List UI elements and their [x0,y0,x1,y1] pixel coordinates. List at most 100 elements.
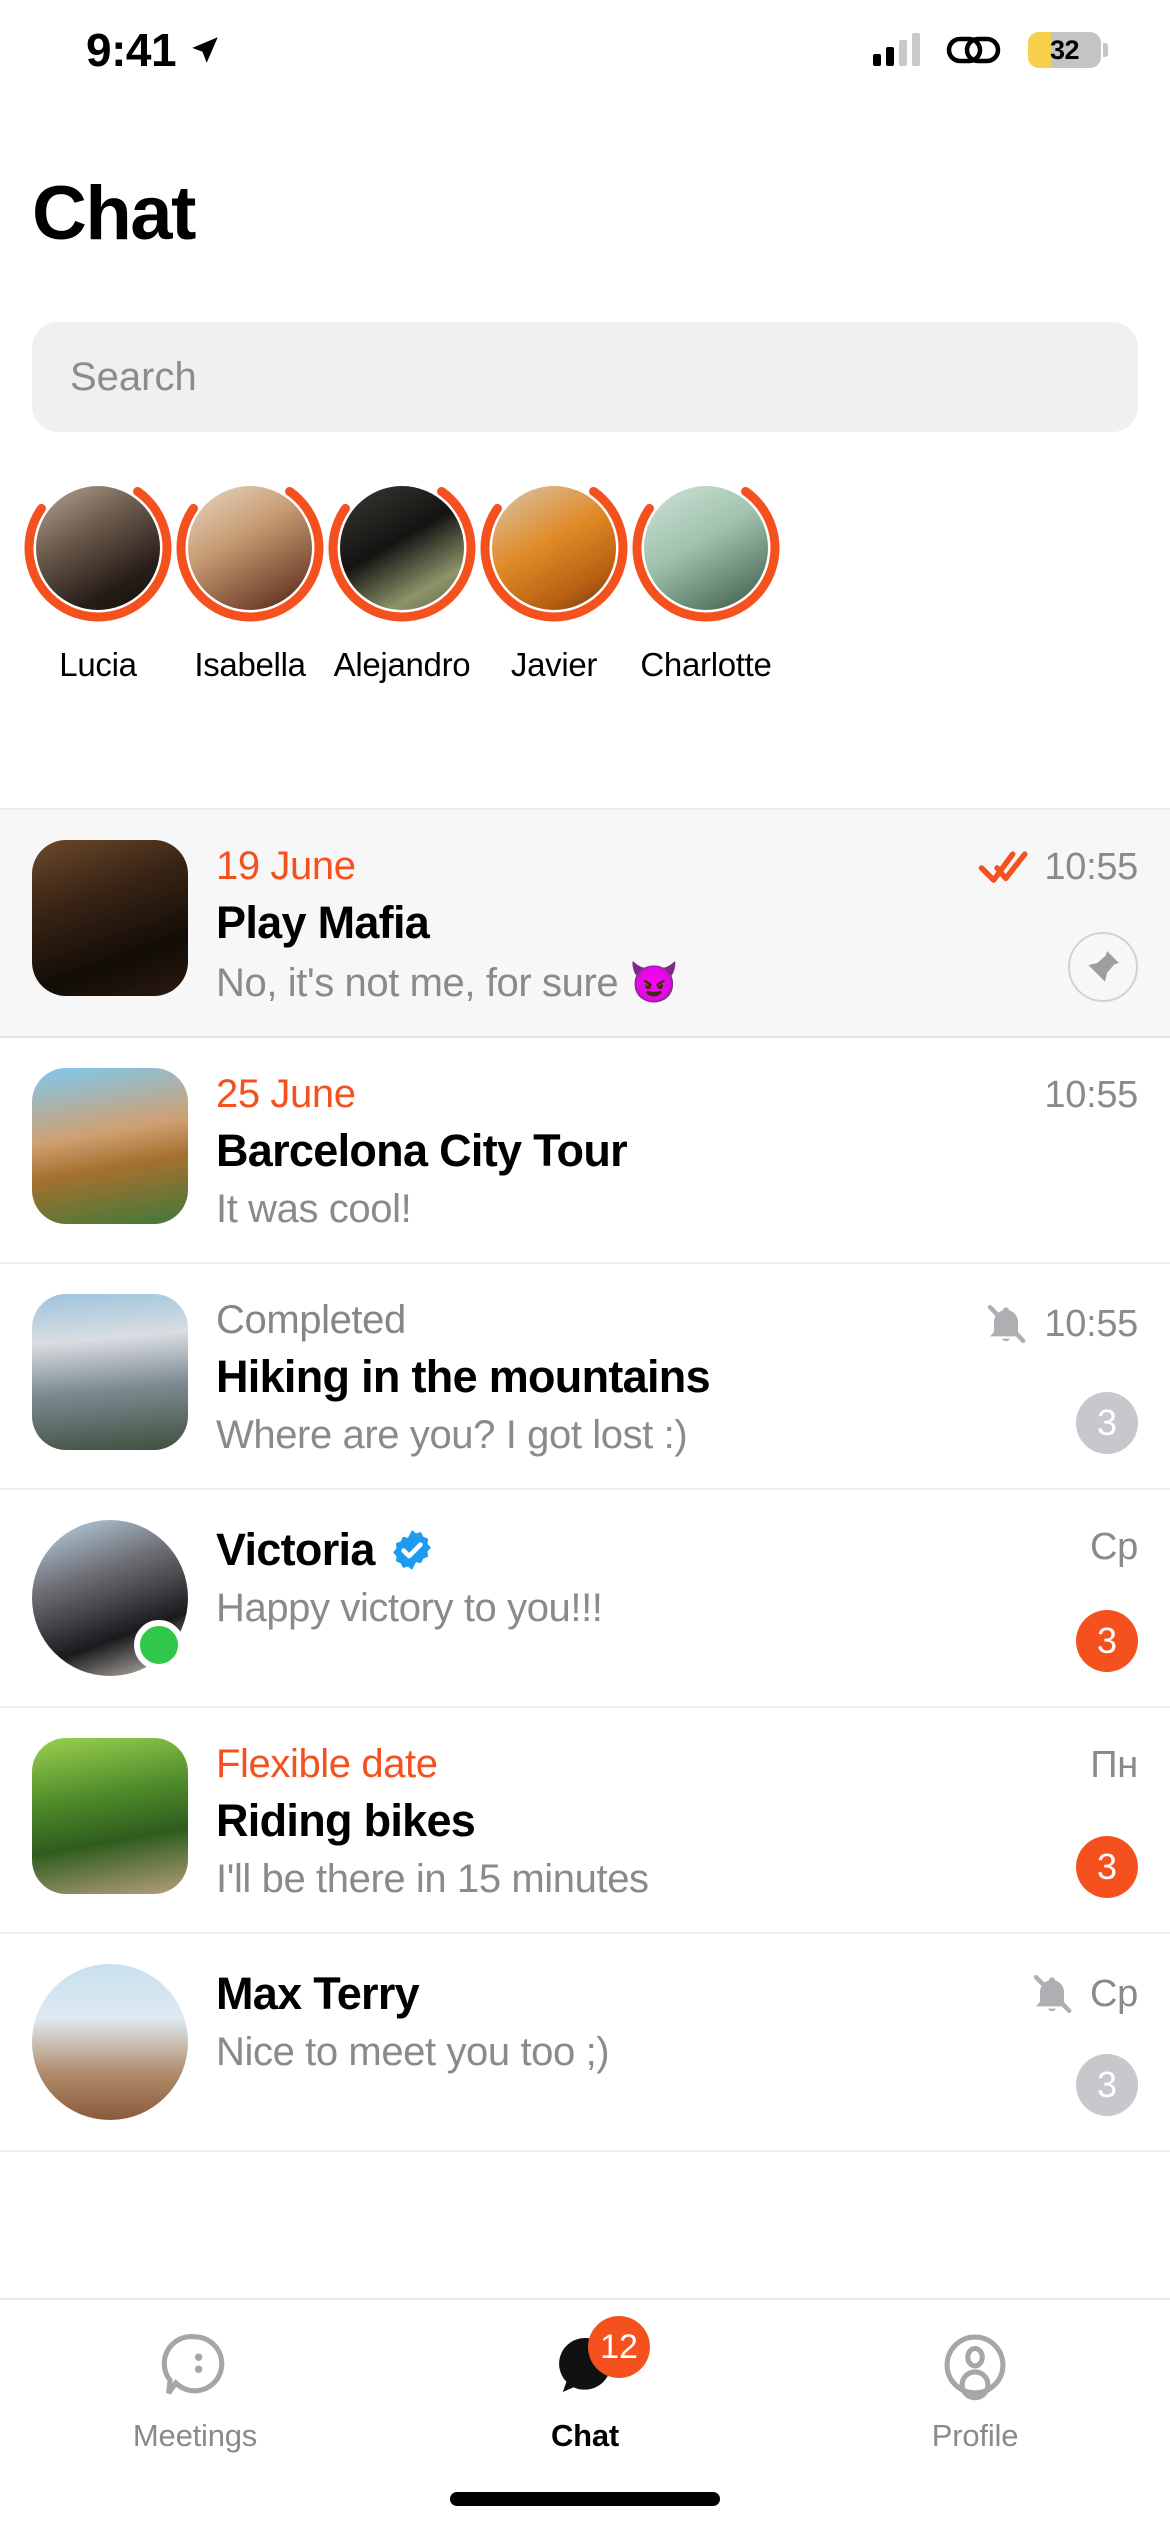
tab-meetings[interactable]: Meetings [0,2326,390,2454]
chat-title: Barcelona City Tour [216,1125,628,1176]
chat-preview: It was cool! [216,1187,412,1231]
avatar [32,1964,188,2120]
chat-label: Completed [216,1298,406,1342]
chat-preview: Nice to meet you too ;) [216,2030,610,2074]
phone-screen: 9:41 32 Chat Search Lucia Isabella Aleja… [0,0,1170,2532]
chat-title-line: Hiking in the mountains [216,1351,966,1403]
avatar [32,1738,188,1894]
chat-label: 19 June [216,844,356,888]
chat-meta-top: 10:55 [978,846,1138,889]
story-avatar [340,486,464,610]
chat-content: 19 June Play Mafia No, it's not me, for … [216,840,962,1006]
chat-list-item[interactable]: Completed Hiking in the mountains Where … [0,1264,1170,1490]
double-check-icon [979,850,1028,883]
chat-content: Max Terry Nice to meet you too ;) [216,1964,1012,2075]
status-time-group: 9:41 [86,23,222,77]
chat-list-item[interactable]: 25 June Barcelona City Tour It was cool!… [0,1038,1170,1264]
chat-bubble-icon: 12 [546,2316,650,2404]
status-indicators: 32 [873,30,1108,70]
tab-chat[interactable]: 12 Chat [390,2316,780,2454]
chat-avatar-image [32,1294,188,1450]
avatar [32,1520,188,1676]
chat-meta-top: 10:55 [1044,1074,1138,1117]
chat-title-line: Victoria [216,1524,1060,1576]
chat-content: Victoria Happy victory to you!!! [216,1520,1060,1631]
chat-meta-top: 10:55 [982,1300,1138,1348]
chat-list-item[interactable]: Max Terry Nice to meet you too ;) Ср 3 [0,1934,1170,2152]
story-item[interactable]: Charlotte [630,472,782,772]
story-avatar [36,486,160,610]
story-item[interactable]: Javier [478,472,630,772]
chat-title-line: Max Terry [216,1968,1012,2020]
chat-list: 19 June Play Mafia No, it's not me, for … [0,810,1170,2152]
search-input[interactable] [32,322,1138,432]
story-ring [478,472,630,624]
chat-content: 25 June Barcelona City Tour It was cool! [216,1068,1028,1232]
chat-meta: Пн 3 [1076,1738,1138,1902]
bell-muted-icon [1033,1974,1072,2013]
story-name: Isabella [194,646,306,683]
story-ring [174,472,326,624]
chat-title-line: Play Mafia [216,897,962,949]
chat-time: Пн [1090,1744,1138,1786]
tab-label: Profile [931,2418,1019,2453]
chat-avatar-image [32,1964,188,2120]
link-chain-icon [946,36,1001,64]
meetings-bubble-icon [156,2326,234,2404]
unread-badge: 3 [1076,1392,1138,1454]
chat-meta-top: Ср [1028,1970,1138,2018]
story-avatar [188,486,312,610]
chat-label: Flexible date [216,1742,438,1786]
chat-content: Flexible date Riding bikes I'll be there… [216,1738,1060,1902]
pin-icon [1088,951,1119,982]
chat-title: Riding bikes [216,1795,476,1846]
chat-title: Hiking in the mountains [216,1351,711,1402]
bottom-tab-bar: Meetings 12 Chat Profile [0,2298,1170,2532]
chat-time: 10:55 [1044,846,1138,888]
story-avatar [492,486,616,610]
story-avatar [644,486,768,610]
chat-meta-top: Пн [1090,1744,1138,1787]
story-item[interactable]: Isabella [174,472,326,772]
verified-badge-icon [392,1530,431,1570]
story-name: Javier [510,646,598,683]
chat-preview: I'll be there in 15 minutes [216,1857,649,1901]
chat-meta: Ср 3 [1076,1520,1138,1676]
chat-list-item[interactable]: Victoria Happy victory to you!!! Ср 3 [0,1490,1170,1708]
story-name: Alejandro [333,646,471,683]
home-indicator [450,2492,720,2506]
tab-profile[interactable]: Profile [780,2326,1170,2454]
chat-time: 10:55 [1044,1302,1138,1345]
chat-meta: 10:55 [1044,1068,1138,1232]
story-item[interactable]: Alejandro [326,472,478,772]
chat-avatar-image [32,840,188,996]
battery-fill [1028,32,1052,68]
unread-badge: 3 [1076,2054,1138,2116]
story-item[interactable]: Lucia [22,472,174,772]
pin-button[interactable] [1068,932,1138,1002]
page-title: Chat [32,171,196,256]
chat-title: Victoria [216,1524,375,1575]
tab-label: Meetings [132,2418,258,2453]
chat-preview: No, it's not me, for sure 😈 [216,961,679,1005]
battery-indicator: 32 [1028,32,1108,68]
chat-list-item[interactable]: 19 June Play Mafia No, it's not me, for … [0,810,1170,1038]
chat-meta: Ср 3 [1028,1964,1138,2120]
online-status-dot [134,1620,184,1670]
battery-percent: 32 [1049,34,1080,65]
status-time: 9:41 [86,24,177,76]
story-name: Charlotte [640,646,772,683]
chat-label: 25 June [216,1072,356,1116]
profile-person-icon [936,2326,1014,2404]
stories-carousel[interactable]: Lucia Isabella Alejandro Javier Charlott… [0,472,1170,772]
chat-title: Play Mafia [216,897,430,948]
cellular-signal-icon [873,33,920,66]
location-arrow-icon [192,37,218,63]
story-name: Lucia [59,646,137,683]
tab-badge-count: 12 [588,2316,650,2378]
chat-meta: 10:55 3 [982,1294,1138,1458]
battery-tip [1103,43,1108,57]
chat-list-item[interactable]: Flexible date Riding bikes I'll be there… [0,1708,1170,1934]
chat-avatar-image [32,1068,188,1224]
unread-badge: 3 [1076,1836,1138,1898]
